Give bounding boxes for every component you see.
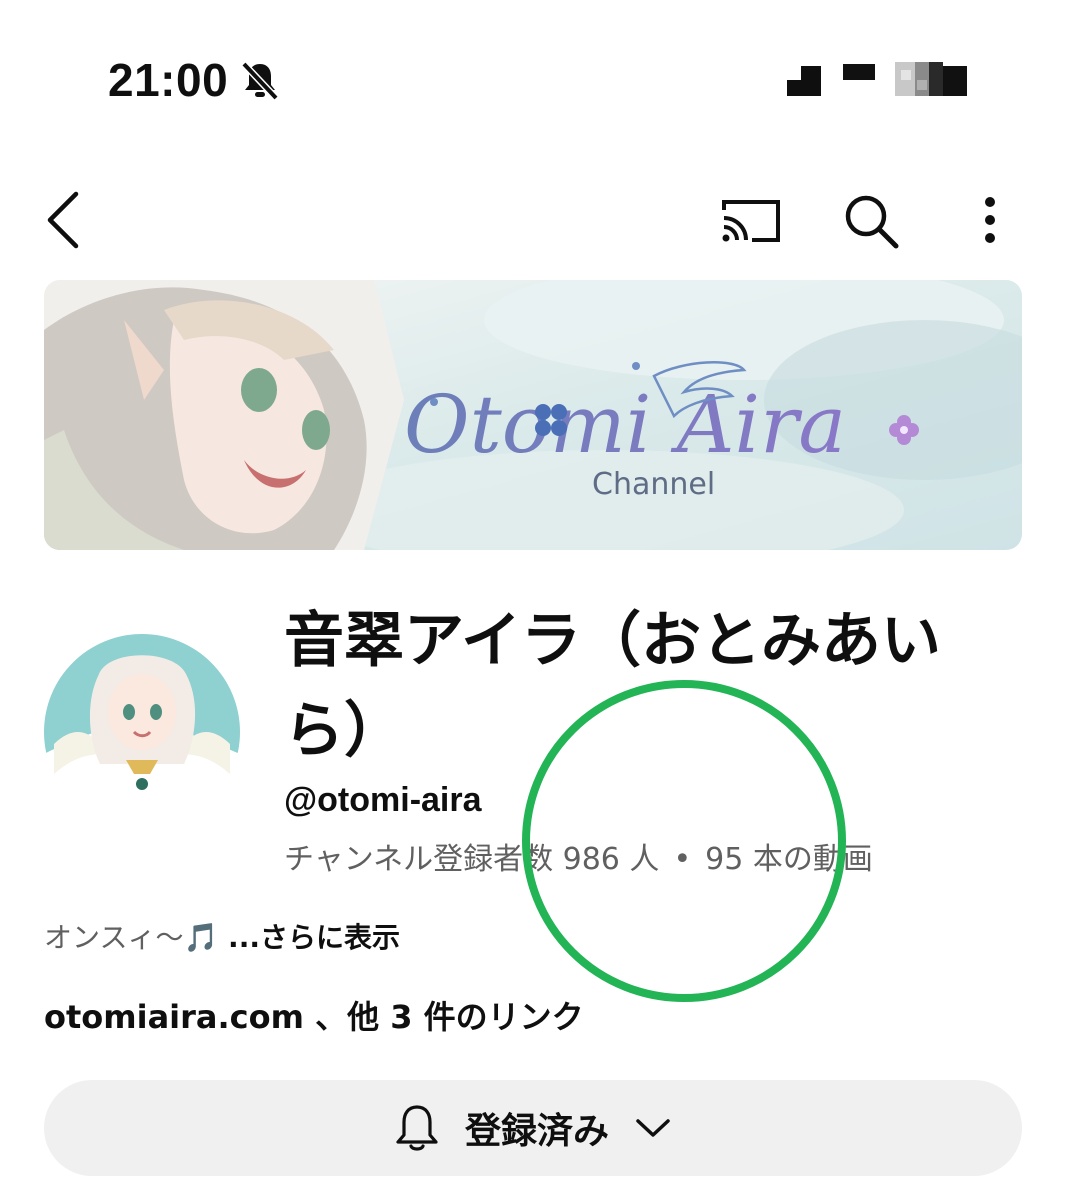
bell-off-icon	[241, 61, 279, 101]
channel-avatar[interactable]	[44, 634, 240, 830]
signal-icon	[787, 62, 967, 96]
show-more-link[interactable]: ...さらに表示	[218, 921, 400, 954]
subscribed-label: 登録済み	[464, 1111, 609, 1152]
channel-description[interactable]: オンスィ〜🎵 ...さらに表示	[44, 916, 400, 960]
more-vert-icon[interactable]	[968, 192, 1012, 250]
channel-handle: @otomi-aira	[284, 781, 482, 819]
banner-subtitle: Channel	[592, 467, 715, 502]
search-icon[interactable]	[840, 192, 902, 250]
channel-name: 音翠アイラ（おとみあいら）	[284, 606, 941, 766]
subscriber-count: チャンネル登録者数 986 人	[284, 842, 660, 877]
stats-separator: •	[673, 842, 692, 877]
video-count: 95 本の動画	[705, 842, 873, 877]
cast-icon[interactable]	[718, 196, 784, 246]
back-arrow-icon[interactable]	[40, 188, 90, 252]
subscribed-button[interactable]: 登録済み	[44, 1080, 1022, 1176]
status-time: 21:00	[108, 54, 229, 106]
banner-title: Otomi Aira	[404, 378, 846, 471]
channel-links[interactable]: otomiaira.com 、他 3 件のリンク	[44, 994, 584, 1040]
bell-icon	[396, 1105, 438, 1151]
description-text: オンスィ〜🎵	[44, 921, 219, 954]
channel-stats: チャンネル登録者数 986 人 • 95 本の動画	[284, 838, 873, 882]
chevron-down-icon	[636, 1119, 670, 1137]
channel-banner: Otomi Aira Channel	[44, 280, 1022, 550]
